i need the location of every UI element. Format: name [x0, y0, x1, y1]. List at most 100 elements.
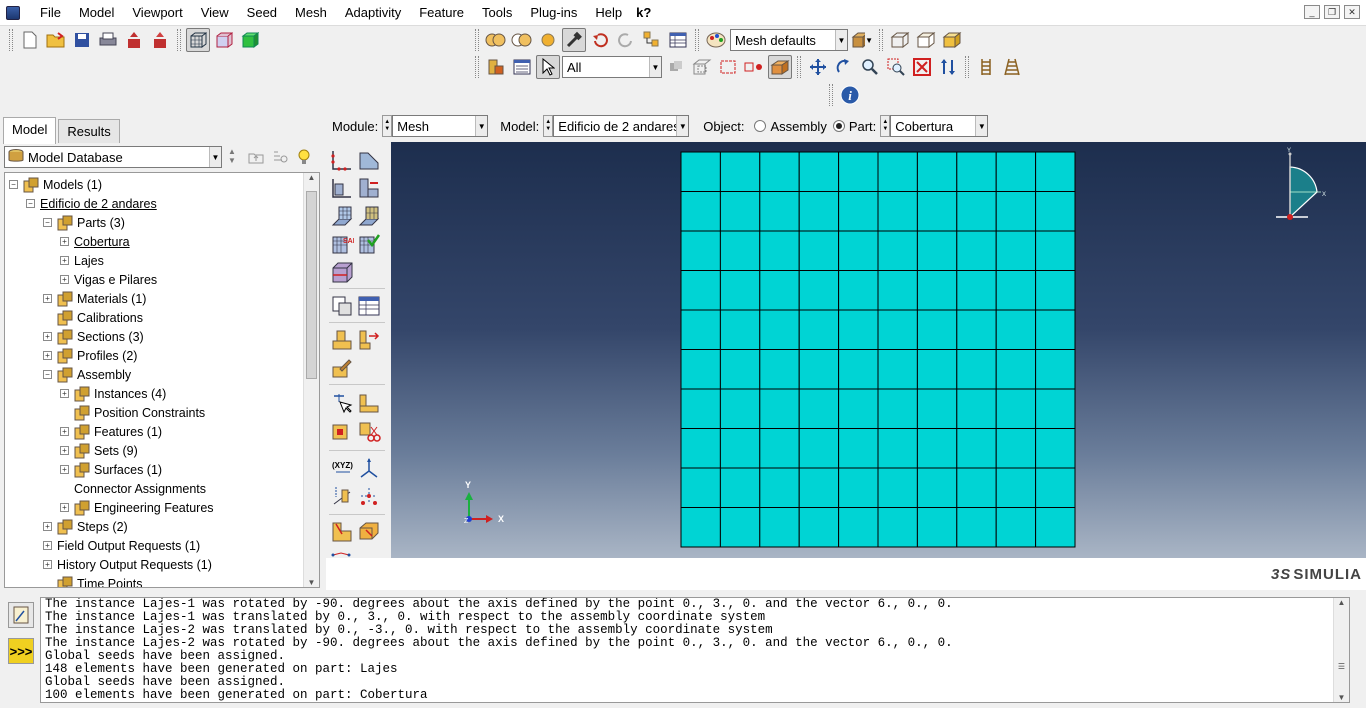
command-line-button[interactable]: >>> [8, 638, 34, 664]
mesh-element[interactable] [1035, 428, 1076, 469]
list-manager-icon[interactable] [510, 55, 534, 79]
mesh-element[interactable] [719, 467, 761, 508]
tree-item[interactable]: − Parts (3) [43, 213, 125, 232]
delete-seeds-icon[interactable] [330, 176, 354, 200]
render-hidden-button[interactable] [212, 28, 236, 52]
scrollbar-thumb[interactable] [306, 191, 317, 379]
seed-part-icon[interactable] [330, 148, 354, 172]
mesh-element[interactable] [956, 349, 997, 390]
mesh-element[interactable] [680, 309, 721, 350]
mesh-element[interactable] [798, 467, 840, 508]
mesh-element[interactable] [995, 388, 1037, 429]
expand-icon[interactable]: + [60, 275, 69, 284]
mesh-element[interactable] [1035, 230, 1076, 271]
mesh-element[interactable] [916, 309, 958, 350]
tree-item[interactable]: Time Points [43, 574, 143, 587]
partition-cell-icon[interactable] [330, 260, 354, 284]
drag-shape-icon[interactable] [716, 55, 740, 79]
export-button[interactable] [122, 28, 146, 52]
mesh-element[interactable] [719, 151, 761, 192]
refine-mesh-icon[interactable] [330, 356, 354, 380]
rotate-icon[interactable] [832, 55, 856, 79]
tab-results[interactable]: Results [58, 119, 120, 143]
sphere-icon[interactable] [536, 28, 560, 52]
mesh-element[interactable] [838, 467, 879, 508]
create-node-icon[interactable] [330, 392, 354, 416]
scroll-up-icon[interactable]: ▲ [304, 173, 319, 182]
expand-icon[interactable]: + [60, 256, 69, 265]
mesh-element[interactable] [877, 151, 918, 192]
expand-icon[interactable]: + [60, 446, 69, 455]
mesh-element[interactable] [719, 428, 761, 469]
expand-icon[interactable]: + [43, 541, 52, 550]
mesh-element[interactable] [680, 507, 721, 548]
scroll-down-icon[interactable]: ▼ [304, 578, 319, 587]
tree-item[interactable]: + Sets (9) [60, 441, 138, 460]
mesh-element[interactable] [798, 349, 840, 390]
menu-tools[interactable]: Tools [472, 0, 520, 26]
module-select[interactable]: Mesh ▼ [392, 115, 489, 137]
toolbar-grip[interactable] [965, 56, 969, 78]
mesh-element[interactable] [956, 428, 997, 469]
parallel-icon[interactable] [974, 55, 998, 79]
perspective-icon[interactable] [1000, 55, 1024, 79]
mesh-element[interactable] [956, 270, 997, 311]
toolbar-grip[interactable] [177, 29, 181, 51]
auto-fit-icon[interactable] [910, 55, 934, 79]
mesh-element[interactable] [719, 507, 761, 548]
hammer-icon[interactable] [562, 28, 586, 52]
render-wireframe-button[interactable] [186, 28, 210, 52]
mesh-element[interactable] [680, 349, 721, 390]
tree-item[interactable]: Position Constraints [60, 403, 205, 422]
toolbar-grip[interactable] [829, 84, 833, 106]
collapse-icon[interactable]: − [43, 370, 52, 379]
datum-point-icon[interactable] [357, 484, 381, 508]
whats-this-button[interactable]: k? [630, 5, 657, 20]
tree-item[interactable]: + Profiles (2) [43, 346, 137, 365]
collapse-icon[interactable]: − [43, 218, 52, 227]
mesh-element[interactable] [995, 191, 1037, 232]
part-radio[interactable] [832, 120, 845, 132]
delete-edge-seeds-icon[interactable] [357, 176, 381, 200]
tree-item[interactable]: + Instances (4) [60, 384, 166, 403]
mesh-element[interactable] [916, 191, 958, 232]
tree-item[interactable]: Calibrations [43, 308, 143, 327]
partition-face-icon[interactable] [330, 520, 354, 544]
tree-spinner[interactable]: ▲ ▼ [228, 147, 240, 167]
expand-icon[interactable]: + [43, 522, 52, 531]
module-spinner[interactable]: ▲ ▼ [382, 115, 393, 137]
mesh-element[interactable] [916, 349, 958, 390]
view-shaded-cube-icon[interactable] [940, 28, 964, 52]
mesh-element[interactable] [798, 309, 840, 350]
mesh-element[interactable] [916, 230, 958, 271]
mesh-element[interactable] [798, 230, 840, 271]
menu-mesh[interactable]: Mesh [285, 0, 335, 26]
mesh-element[interactable] [956, 467, 997, 508]
mesh-element[interactable] [838, 507, 879, 548]
mesh-element[interactable] [838, 309, 879, 350]
mesh-element[interactable] [759, 467, 800, 508]
redo-icon[interactable] [614, 28, 638, 52]
expand-icon[interactable]: + [60, 427, 69, 436]
view-cube-triad[interactable]: Y X [1276, 148, 1326, 220]
mesh-element[interactable] [1035, 151, 1076, 192]
mesh-table-icon[interactable] [357, 294, 381, 318]
collapse-icon[interactable]: − [9, 180, 18, 189]
zoom-icon[interactable] [858, 55, 882, 79]
menu-model[interactable]: Model [69, 0, 122, 26]
boolean-union-icon[interactable] [484, 28, 508, 52]
mesh-element[interactable] [956, 388, 997, 429]
tab-model[interactable]: Model [3, 117, 57, 144]
menu-feature[interactable]: Feature [409, 0, 472, 26]
lightbulb-icon[interactable] [292, 145, 316, 169]
tree-item[interactable]: + History Output Requests (1) [43, 555, 212, 574]
mesh-element[interactable] [877, 309, 918, 350]
open-folder-button[interactable] [44, 28, 68, 52]
element-edit-icon[interactable] [330, 420, 354, 444]
toolbar-grip[interactable] [695, 29, 699, 51]
mesh-element[interactable] [798, 507, 840, 548]
mesh-element[interactable] [877, 388, 918, 429]
query-tree-icon[interactable] [640, 28, 664, 52]
mesh-element[interactable] [838, 230, 879, 271]
expand-icon[interactable]: + [60, 237, 69, 246]
